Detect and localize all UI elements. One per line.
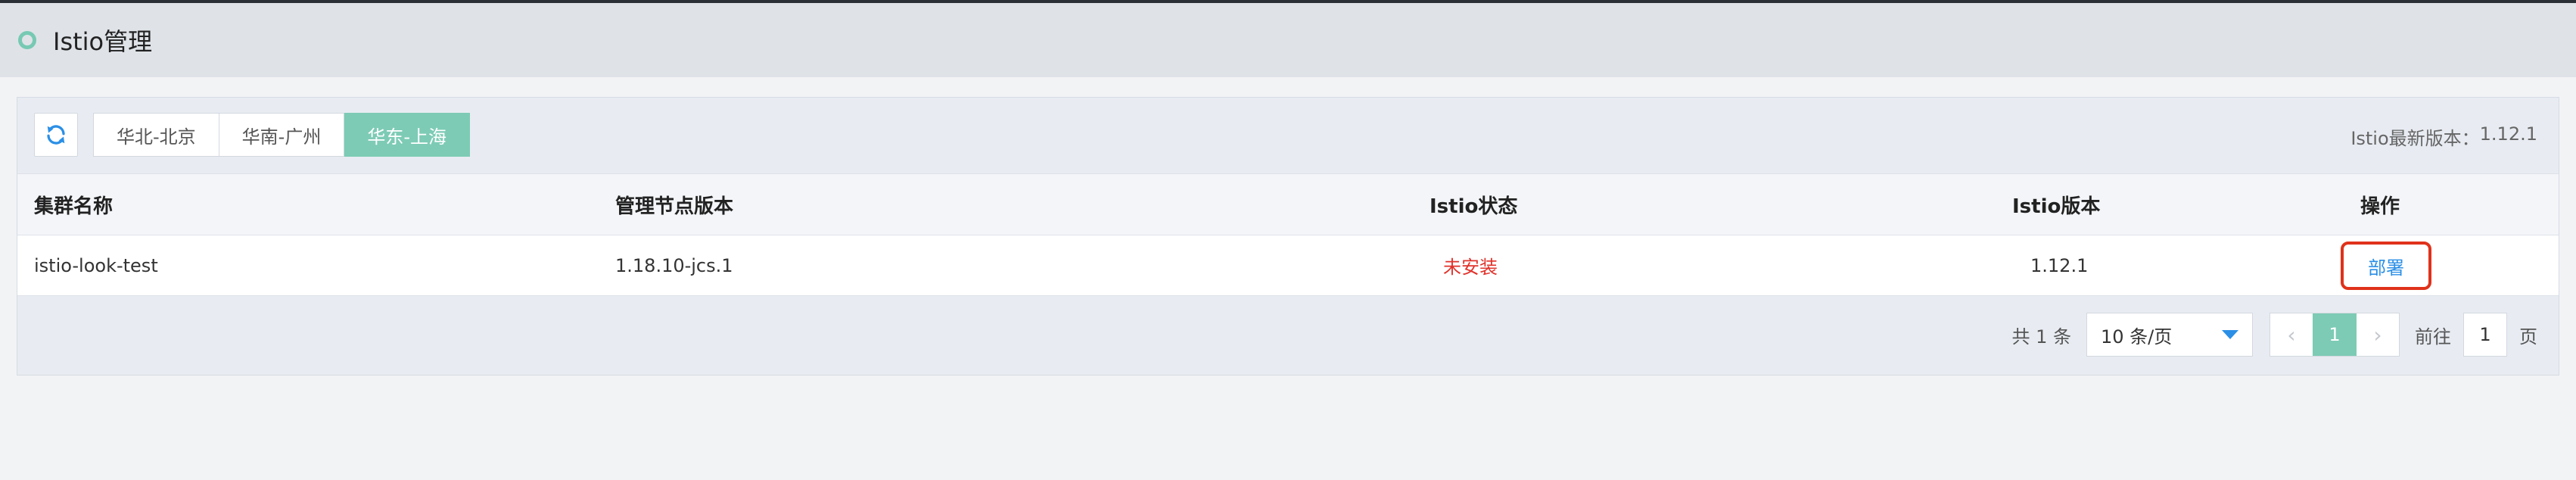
table-row: istio-look-test 1.18.10-jcs.1 未安装 1.12.1…	[17, 235, 2559, 296]
deploy-highlight-box: 部署	[2341, 242, 2431, 290]
cluster-name: istio-look-test	[34, 254, 158, 276]
column-header-istio-status: Istio状态	[1430, 195, 1518, 218]
prev-page-button[interactable]: ‹	[2270, 313, 2313, 356]
column-header-node-version: 管理节点版本	[615, 195, 734, 218]
column-header-actions: 操作	[2360, 195, 2400, 218]
latest-version-label: Istio最新版本：	[2350, 128, 2480, 149]
region-tab-guangzhou[interactable]: 华南-广州	[219, 113, 345, 157]
istio-status: 未安装	[1443, 257, 1498, 278]
page-title: Istio管理	[53, 27, 153, 56]
cluster-table: 集群名称 管理节点版本 Istio状态 Istio版本 操作 istio-loo…	[17, 173, 2559, 296]
refresh-icon	[47, 125, 65, 145]
page-header: Istio管理	[0, 3, 2576, 77]
deploy-button[interactable]: 部署	[2368, 253, 2404, 279]
istio-version: 1.12.1	[2030, 254, 2089, 276]
region-tabs: 华北-北京 华南-广州 华东-上海	[93, 113, 471, 157]
pagination: 共 1 条 10 条/页 ‹ 1 › 前往 1 页	[2011, 313, 2537, 357]
node-version: 1.18.10-jcs.1	[615, 254, 733, 276]
region-tab-shanghai[interactable]: 华东-上海	[344, 113, 471, 157]
table-header: 集群名称 管理节点版本 Istio状态 Istio版本 操作	[17, 173, 2559, 235]
istio-panel: 华北-北京 华南-广州 华东-上海 Istio最新版本： 1.12.1 集群名称…	[17, 97, 2559, 376]
pager: ‹ 1 ›	[2270, 313, 2400, 357]
status-dot-icon	[18, 31, 36, 49]
page-size-value: 10 条/页	[2101, 326, 2173, 348]
total-count: 共 1 条	[2011, 326, 2071, 348]
refresh-button[interactable]	[34, 113, 78, 157]
goto-page-input[interactable]: 1	[2463, 313, 2507, 357]
goto-label: 前往	[2415, 326, 2451, 348]
chevron-down-icon	[2222, 330, 2238, 339]
page-number-button[interactable]: 1	[2313, 313, 2357, 356]
latest-version-info: Istio最新版本： 1.12.1	[2350, 123, 2537, 150]
column-header-istio-version: Istio版本	[2012, 195, 2101, 218]
goto-suffix: 页	[2519, 326, 2537, 348]
next-page-button[interactable]: ›	[2357, 313, 2399, 356]
latest-version-value: 1.12.1	[2479, 123, 2537, 145]
toolbar: 华北-北京 华南-广州 华东-上海	[34, 113, 471, 157]
page-size-select[interactable]: 10 条/页	[2086, 313, 2253, 357]
column-header-cluster-name: 集群名称	[34, 195, 114, 218]
region-tab-beijing[interactable]: 华北-北京	[93, 113, 219, 157]
